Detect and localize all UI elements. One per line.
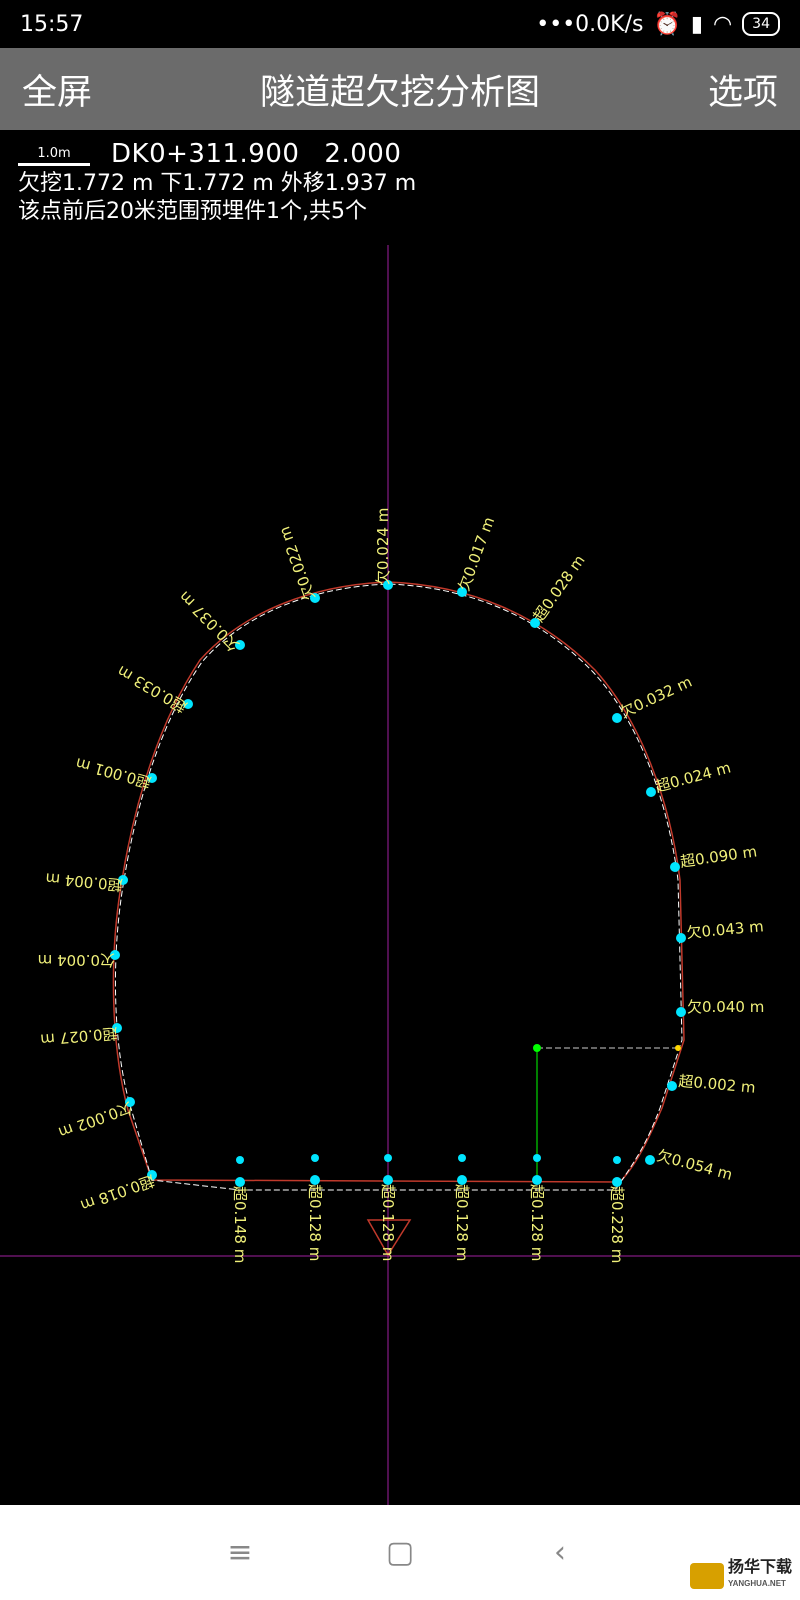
deviation-label: 欠0.002 m	[56, 1098, 135, 1141]
deviation-label: 超0.018 m	[78, 1171, 157, 1214]
navigation-bar: ≡ ▢ ‹ 扬华下载 YANGHUA.NET	[0, 1505, 800, 1600]
deviation-label: 欠0.040 m	[687, 998, 764, 1016]
deviation-label: 超0.028 m	[530, 552, 589, 626]
deviation-label: 超0.128 m	[379, 1184, 397, 1261]
menu-icon[interactable]: ≡	[220, 1533, 260, 1573]
measure-point[interactable]	[670, 862, 680, 872]
measured-profile-line	[114, 583, 683, 1191]
home-icon[interactable]: ▢	[380, 1533, 420, 1573]
deviation-label: 超0.004 m	[45, 869, 124, 894]
deviation-label: 欠0.054 m	[655, 1146, 734, 1183]
watermark-title: 扬华下载	[727, 1559, 792, 1576]
design-point	[533, 1154, 541, 1162]
deviation-label: 欠0.037 m	[175, 587, 242, 654]
deviation-label: 超0.128 m	[528, 1184, 546, 1261]
aux-point	[533, 1044, 541, 1052]
deviation-label: 超0.033 m	[114, 662, 190, 716]
design-point	[458, 1154, 466, 1162]
deviation-label: 超0.002 m	[678, 1072, 757, 1097]
deviation-label: 超0.027 m	[40, 1024, 119, 1049]
design-point	[613, 1156, 621, 1164]
deviation-label: 欠0.032 m	[617, 673, 695, 722]
measure-point[interactable]	[676, 1007, 686, 1017]
watermark-subtitle: YANGHUA.NET	[727, 1579, 786, 1588]
deviation-label: 超0.148 m	[231, 1186, 249, 1263]
deviation-label: 欠0.017 m	[455, 515, 498, 594]
design-point	[311, 1154, 319, 1162]
deviation-label: 超0.128 m	[306, 1184, 324, 1261]
deviation-label: 超0.090 m	[679, 842, 758, 871]
tunnel-profile-canvas[interactable]: 超0.018 m 欠0.002 m 超0.027 m 欠0.004 m 超0.004 m…	[0, 0, 800, 1505]
design-point	[236, 1156, 244, 1164]
back-icon[interactable]: ‹	[540, 1533, 580, 1573]
deviation-label: 欠0.024 m	[374, 508, 392, 585]
watermark: 扬华下载 YANGHUA.NET	[689, 1560, 792, 1592]
deviation-label: 欠0.004 m	[38, 951, 115, 969]
measure-point[interactable]	[645, 1155, 655, 1165]
deviation-label: 超0.001 m	[74, 754, 153, 791]
deviation-label: 超0.024 m	[653, 758, 732, 795]
design-point	[384, 1154, 392, 1162]
watermark-logo-icon	[689, 1563, 724, 1589]
deviation-label: 超0.128 m	[453, 1184, 471, 1261]
deviation-label: 欠0.022 m	[275, 524, 318, 603]
measurement-points: 超0.018 m 欠0.002 m 超0.027 m 欠0.004 m 超0.004 m…	[38, 508, 765, 1264]
deviation-label: 超0.228 m	[608, 1186, 626, 1263]
measure-point[interactable]	[676, 933, 686, 943]
watermark-text: 扬华下载 YANGHUA.NET	[728, 1560, 792, 1592]
deviation-label: 欠0.043 m	[686, 917, 765, 942]
aux-point	[675, 1045, 681, 1051]
measure-point[interactable]	[667, 1081, 677, 1091]
design-profile-line	[112, 581, 685, 1183]
measure-point[interactable]	[646, 787, 656, 797]
